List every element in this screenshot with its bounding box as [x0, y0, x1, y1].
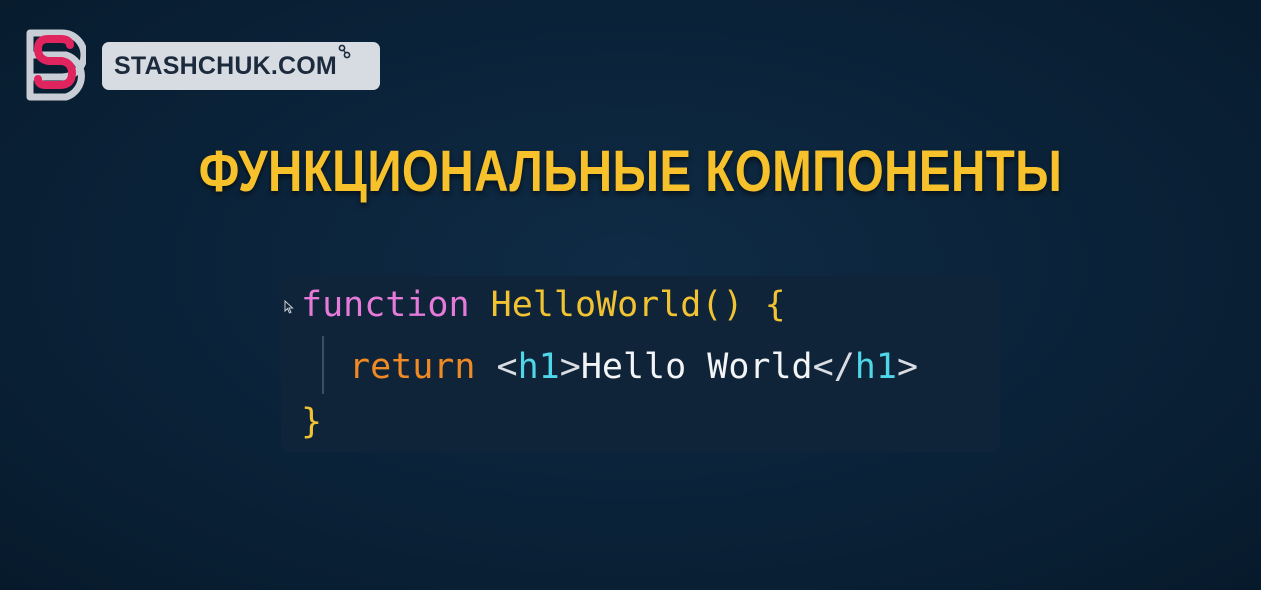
mouse-pointer-icon: [284, 300, 294, 314]
close-brace: }: [301, 402, 323, 442]
open-tag-gt: >: [559, 347, 581, 387]
close-tag-gt: >: [896, 347, 919, 387]
function-parens: (): [701, 285, 744, 325]
code-block: function HelloWorld() { return <h1>Hello…: [281, 276, 1000, 452]
stashchuk-logo-icon: [26, 29, 88, 101]
code-line-2: return <h1>Hello World</h1>: [349, 347, 918, 387]
open-tag-name: h1: [517, 347, 560, 387]
close-tag-name: h1: [854, 347, 897, 387]
open-brace: {: [764, 285, 786, 325]
open-tag-lt: <: [496, 347, 518, 387]
function-name: HelloWorld: [490, 285, 702, 325]
page-title: ФУНКЦИОНАЛЬНЫЕ КОМПОНЕНТЫ: [198, 139, 1063, 204]
close-tag-lt: </: [812, 347, 855, 387]
keyword-function: function: [301, 285, 470, 325]
indent-guide: [322, 336, 324, 394]
keyword-return: return: [349, 347, 476, 387]
code-line-1: function HelloWorld() {: [301, 285, 786, 325]
site-name-text: STASHCHUK.COM: [114, 51, 337, 80]
jsx-text-content: Hello World: [580, 347, 813, 387]
logo-dots-icon: [338, 44, 351, 59]
code-line-3: }: [301, 402, 322, 442]
